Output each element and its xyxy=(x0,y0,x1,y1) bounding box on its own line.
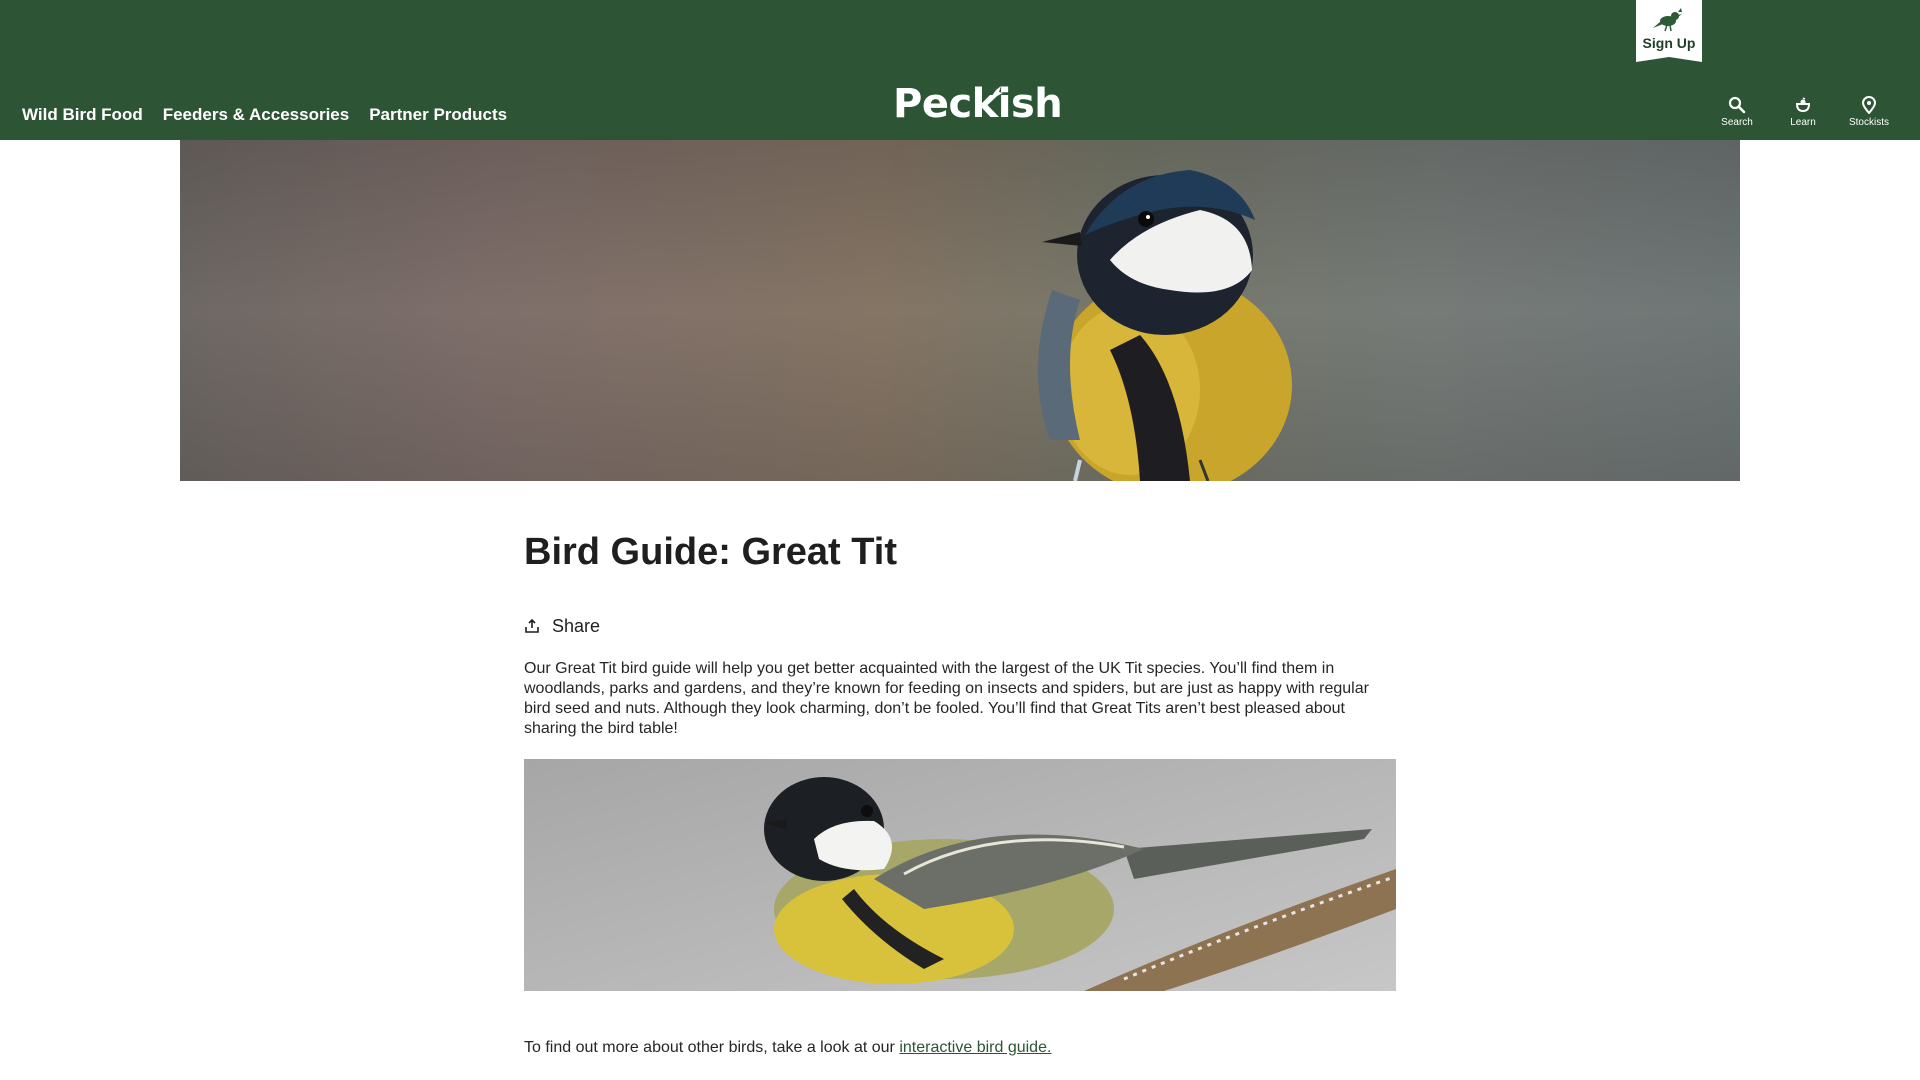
utility-nav: Search Learn Stockists xyxy=(1704,96,1902,128)
share-label: Share xyxy=(552,615,601,636)
outro-paragraph: To find out more about other birds, take… xyxy=(524,1038,1396,1058)
stockists-label: Stockists xyxy=(1848,117,1889,128)
signup-button[interactable]: Sign Up xyxy=(1636,0,1702,62)
bird-icon xyxy=(1653,8,1682,32)
peckish-logo[interactable]: Peckish xyxy=(893,81,1063,127)
learn-button[interactable]: Learn xyxy=(1770,96,1836,128)
nav-wild-bird-food[interactable]: Wild Bird Food xyxy=(22,105,143,125)
learn-icon xyxy=(1795,97,1811,113)
map-pin-icon xyxy=(1861,96,1877,114)
signup-label: Sign Up xyxy=(1642,35,1696,51)
outro-text: To find out more about other birds, take… xyxy=(524,1038,900,1056)
stockists-button[interactable]: Stockists xyxy=(1836,96,1902,128)
logo-bird-mark-icon xyxy=(989,86,1003,100)
intro-paragraph: Our Great Tit bird guide will help you g… xyxy=(524,659,1369,737)
learn-label: Learn xyxy=(1790,117,1816,128)
search-label: Search xyxy=(1721,117,1753,128)
hero-image xyxy=(180,140,1740,481)
search-icon xyxy=(1728,96,1746,114)
article: Bird Guide: Great Tit Share Our Great Ti… xyxy=(524,530,1396,1058)
page-title: Bird Guide: Great Tit xyxy=(524,531,898,573)
interactive-bird-guide-link[interactable]: interactive bird guide. xyxy=(899,1039,1051,1056)
great-tit-perched-photo xyxy=(524,758,1396,991)
logo-text: Peckish xyxy=(893,81,1063,127)
article-image xyxy=(524,758,1396,991)
nav-partner-products[interactable]: Partner Products xyxy=(369,105,507,125)
great-tit-hero-photo xyxy=(180,140,1740,481)
search-button[interactable]: Search xyxy=(1704,96,1770,128)
main-nav: Wild Bird Food Feeders & Accessories Par… xyxy=(22,105,507,125)
site-header: Wild Bird Food Feeders & Accessories Par… xyxy=(0,0,1920,140)
share-icon xyxy=(525,618,539,633)
nav-feeders-accessories[interactable]: Feeders & Accessories xyxy=(163,105,349,125)
share-button[interactable]: Share xyxy=(524,616,600,637)
